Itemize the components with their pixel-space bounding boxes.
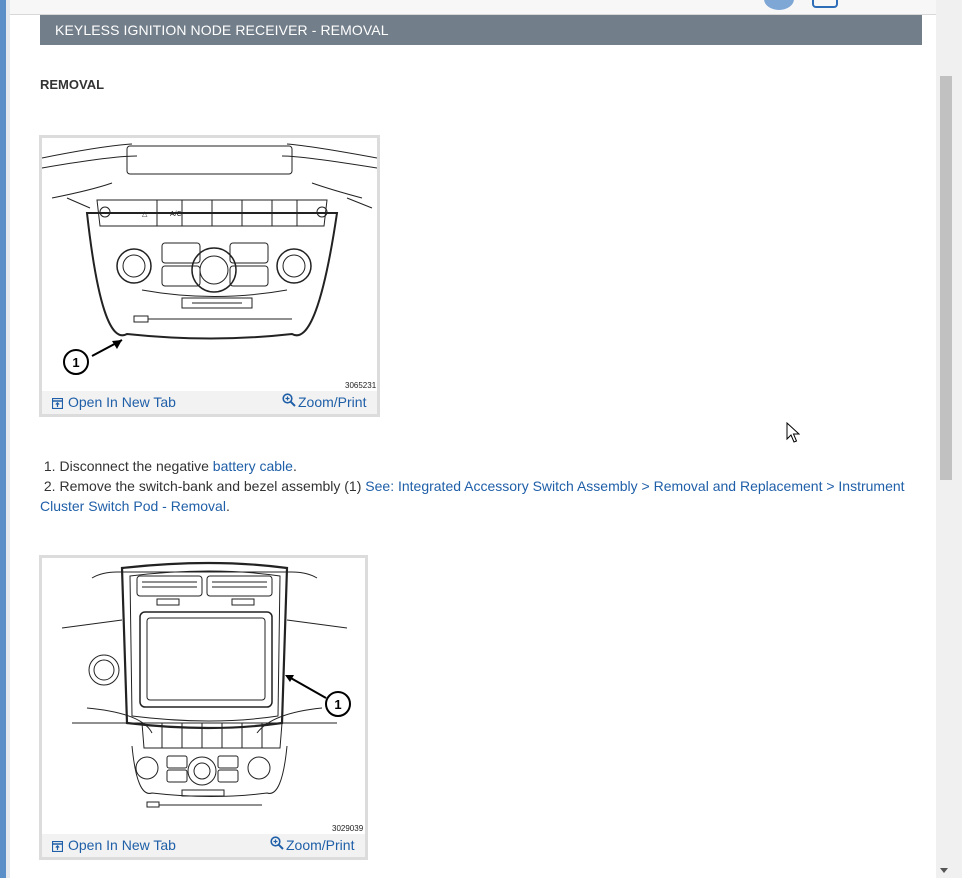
figure-switch-bank: A/C △ 1 3065231 Open In New Tab Zoom/Pri… [39, 135, 380, 417]
magnifier-icon [270, 836, 284, 851]
open-in-new-tab-icon [52, 397, 63, 409]
scrollbar-thumb[interactable] [940, 76, 952, 480]
open-in-new-tab-link[interactable]: Open In New Tab [52, 394, 176, 410]
mouse-pointer-icon [786, 422, 800, 443]
svg-text:A/C: A/C [170, 211, 182, 218]
battery-cable-link[interactable]: battery cable [213, 458, 293, 474]
radio-bezel-illustration: 1 [61, 561, 351, 808]
zoom-print-link[interactable]: Zoom/Print [282, 391, 366, 410]
page-title: KEYLESS IGNITION NODE RECEIVER - REMOVAL [55, 22, 389, 38]
figure-id: 3029039 [332, 824, 364, 833]
svg-text:△: △ [142, 211, 148, 218]
figure-callout: 1 [334, 697, 341, 712]
open-in-new-tab-icon [52, 840, 63, 852]
page-title-bar: KEYLESS IGNITION NODE RECEIVER - REMOVAL [40, 15, 922, 45]
section-title: REMOVAL [40, 77, 105, 92]
figure-radio-bezel: 1 3029039 Open In New Tab Zoom/Print [39, 555, 368, 860]
window-left-frame [6, 0, 10, 878]
magnifier-icon [282, 393, 296, 408]
step-1: 1. Disconnect the negative battery cable… [43, 458, 297, 474]
open-in-new-tab-link[interactable]: Open In New Tab [52, 837, 176, 853]
scroll-down-arrow-icon[interactable] [940, 868, 948, 873]
figure-action-bar: Open In New Tab Zoom/Print [42, 391, 377, 414]
top-toolbar [10, 0, 936, 15]
user-avatar-button[interactable] [764, 0, 794, 10]
zoom-print-link[interactable]: Zoom/Print [270, 834, 354, 853]
figure-callout: 1 [72, 355, 79, 370]
procedure-steps: 1. Disconnect the negative battery cable… [40, 456, 920, 516]
switch-bank-illustration: A/C △ 1 [42, 143, 377, 375]
chat-icon[interactable] [812, 0, 838, 8]
figure-action-bar: Open In New Tab Zoom/Print [42, 834, 365, 857]
step-2: 2. Remove the switch-bank and bezel asse… [40, 478, 905, 514]
figure-id: 3065231 [345, 381, 377, 390]
